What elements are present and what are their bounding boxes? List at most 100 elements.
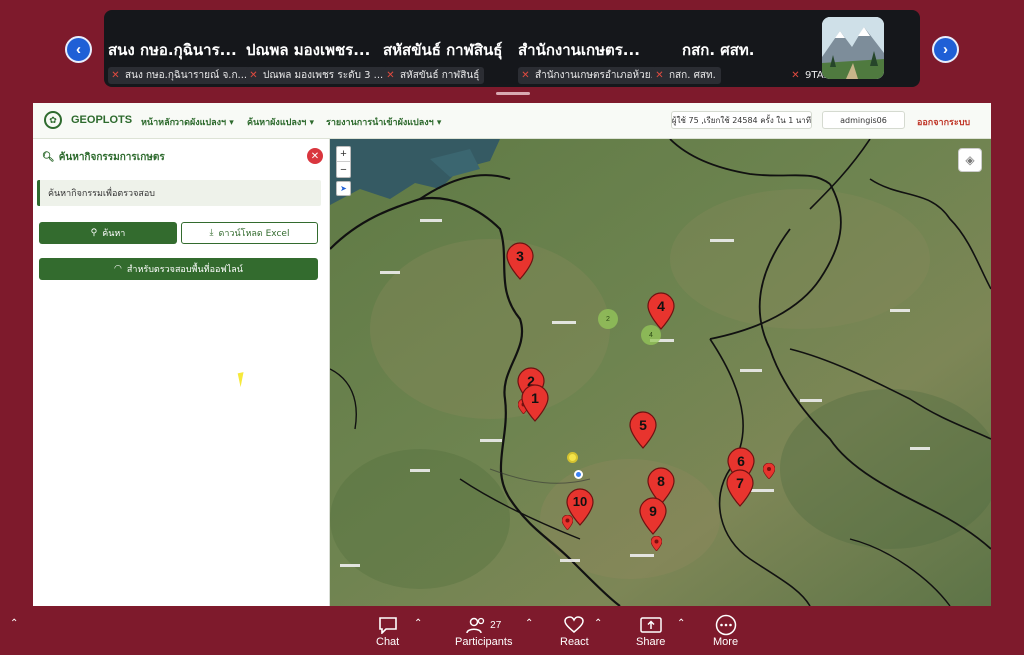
marker-number: 10 xyxy=(572,494,588,509)
more-button[interactable]: More xyxy=(713,614,738,648)
mic-off-icon: ✕ xyxy=(386,70,395,81)
current-location-icon xyxy=(574,470,583,479)
nav-search[interactable]: ค้นหาผังแปลงฯ ▾ xyxy=(247,115,314,129)
participants-options-chevron-icon[interactable]: ⌃ xyxy=(525,618,533,629)
participant-name: สนง กษอ.กุฉินาร... xyxy=(108,41,237,59)
participants-count: 27 xyxy=(490,619,502,631)
participant-strip: สนง กษอ.กุฉินาร... ✕ สนง กษอ.กุฉินารายณ์ … xyxy=(104,10,920,87)
locate-button[interactable]: ➤ xyxy=(336,181,351,196)
participant-avatar xyxy=(822,17,884,79)
download-button-label: ดาวน์โหลด Excel xyxy=(218,229,290,239)
logout-link[interactable]: ออกจากระบบ xyxy=(917,115,970,129)
chat-options-chevron-icon[interactable]: ⌃ xyxy=(414,618,422,629)
download-icon: ⤓ xyxy=(209,228,214,238)
offline-check-button[interactable]: ◠ สำหรับตรวจสอบพื้นที่ออฟไลน์ xyxy=(39,258,318,280)
chevron-up-icon[interactable]: ⌃ xyxy=(10,618,18,629)
mic-off-icon: ✕ xyxy=(655,70,664,81)
geoplots-app: ✿ GEOPLOTS หน้าหลัก วาดผังแปลงฯ ▾ ค้นหาผ… xyxy=(33,103,991,606)
participants-icon: 27 xyxy=(466,614,501,636)
participant-label-text: กสก. ศสท. xyxy=(669,70,716,81)
mic-off-icon: ✕ xyxy=(249,70,258,81)
chevron-left-icon: ‹ xyxy=(76,41,81,58)
react-options-chevron-icon[interactable]: ⌃ xyxy=(594,618,602,629)
search-button[interactable]: ⚲ ค้นหา xyxy=(39,222,177,244)
geoplots-logo-icon: ✿ xyxy=(44,111,62,129)
nav-draw[interactable]: วาดผังแปลงฯ ▾ xyxy=(174,115,234,129)
more-label: More xyxy=(713,636,739,648)
search-button-label: ค้นหา xyxy=(102,229,126,239)
participants-label: Participants xyxy=(455,636,513,648)
usage-stats: ผู้ใช้ 75 ,เรียกใช้ 24584 ครั้ง ใน 1 นาท… xyxy=(671,111,812,129)
chat-button[interactable]: Chat xyxy=(376,614,399,648)
satellite-map[interactable]: 2 4 3 4 2 1 5 6 7 8 9 10 + − ➤ ◈ xyxy=(330,139,991,606)
caret-down-icon: ▾ xyxy=(229,118,234,128)
react-label: React xyxy=(560,636,589,648)
offline-button-label: สำหรับตรวจสอบพื้นที่ออฟไลน์ xyxy=(126,265,243,275)
layers-icon: ◈ xyxy=(965,153,975,167)
marker-number: 4 xyxy=(657,298,665,314)
caret-down-icon: ▾ xyxy=(309,118,314,128)
participant-label: ✕ สหัสขันธ์ กาฬสินธุ์ xyxy=(383,67,485,84)
participant-label-text: สนง กษอ.กุฉินารายณ์ จ.ก... xyxy=(125,70,248,81)
zoom-in-button[interactable]: + xyxy=(337,147,350,162)
participant-name: สหัสขันธ์ กาฬสินธุ์ xyxy=(383,41,503,59)
participant-label: ✕ กสก. ศสท. xyxy=(652,67,721,84)
strip-resize-handle[interactable] xyxy=(496,92,530,95)
nav-draw-label: วาดผังแปลงฯ xyxy=(174,118,227,128)
share-options-chevron-icon[interactable]: ⌃ xyxy=(677,618,685,629)
react-button[interactable]: React xyxy=(560,614,589,648)
app-topbar: ✿ GEOPLOTS หน้าหลัก วาดผังแปลงฯ ▾ ค้นหาผ… xyxy=(33,103,991,139)
chevron-right-icon: › xyxy=(943,41,948,58)
participant-name: กสก. ศสท. xyxy=(682,41,755,59)
zoom-out-button[interactable]: − xyxy=(337,162,350,177)
mic-off-icon: ✕ xyxy=(521,70,530,81)
marker-number: 7 xyxy=(736,475,744,491)
participant-label: ✕ ปณพล มองเพชร ระดับ 3 ... xyxy=(246,67,389,84)
panel-title-text: ค้นหากิจกรรมการเกษตร xyxy=(58,152,165,163)
marker-number: 1 xyxy=(531,390,539,406)
search-icon: 🔍︎ xyxy=(42,152,55,163)
nav-report-label: รายงานการนำเข้าผังแปลงฯ xyxy=(326,118,434,128)
zoom-control: + − xyxy=(336,146,351,178)
participant-label: ✕ สำนักงานเกษตรอำเภอห้วย... xyxy=(518,67,666,84)
share-label: Share xyxy=(636,636,666,648)
participant-label: ✕ สนง กษอ.กุฉินารายณ์ จ.ก... xyxy=(108,67,253,84)
strip-previous-button[interactable]: ‹ xyxy=(65,36,92,63)
participant-label-text: ปณพล มองเพชร ระดับ 3 ... xyxy=(263,70,384,81)
participant-label-text: สหัสขันธ์ กาฬสินธุ์ xyxy=(400,70,480,81)
marker-number: 8 xyxy=(657,473,665,489)
chat-label: Chat xyxy=(376,636,400,648)
brand-name[interactable]: GEOPLOTS xyxy=(71,114,132,126)
chat-icon xyxy=(378,614,398,636)
small-marker-icon[interactable] xyxy=(651,536,662,551)
download-excel-button[interactable]: ⤓ ดาวน์โหลด Excel xyxy=(181,222,318,244)
marker-number: 9 xyxy=(649,503,657,519)
caret-down-icon: ▾ xyxy=(436,118,442,128)
mouse-cursor-icon xyxy=(237,370,253,388)
marker-number: 6 xyxy=(737,453,745,469)
wifi-icon: ◠ xyxy=(114,264,122,274)
navigation-arrow-icon: ➤ xyxy=(340,184,347,193)
marker-number: 5 xyxy=(639,417,647,433)
share-button[interactable]: Share xyxy=(636,614,665,648)
participants-button[interactable]: 27 Participants xyxy=(455,614,512,648)
strip-next-button[interactable]: › xyxy=(932,36,959,63)
panel-subheading: ค้นหากิจกรรมเพื่อตรวจสอบ xyxy=(37,180,321,206)
map-cluster[interactable]: 2 xyxy=(598,309,618,329)
more-icon xyxy=(715,614,737,636)
nav-home[interactable]: หน้าหลัก xyxy=(141,115,175,129)
nav-search-label: ค้นหาผังแปลงฯ xyxy=(247,118,307,128)
heart-icon xyxy=(564,614,585,636)
close-icon: ✕ xyxy=(310,150,320,162)
small-marker-icon[interactable] xyxy=(763,463,775,479)
close-button[interactable]: ✕ xyxy=(307,148,323,164)
search-panel: 🔍︎ ค้นหากิจกรรมการเกษตร ✕ ค้นหากิจกรรมเพื… xyxy=(33,139,330,606)
panel-title: 🔍︎ ค้นหากิจกรรมการเกษตร xyxy=(42,150,165,165)
share-icon xyxy=(639,614,662,636)
marker-number: 3 xyxy=(516,248,524,264)
nav-report[interactable]: รายงานการนำเข้าผังแปลงฯ ▾ xyxy=(326,115,441,129)
layers-button[interactable]: ◈ xyxy=(958,148,982,172)
highlight-marker-icon[interactable] xyxy=(567,452,578,463)
username-field[interactable]: admingis06 xyxy=(822,111,905,129)
participant-name: สำนักงานเกษตร... xyxy=(518,41,640,59)
